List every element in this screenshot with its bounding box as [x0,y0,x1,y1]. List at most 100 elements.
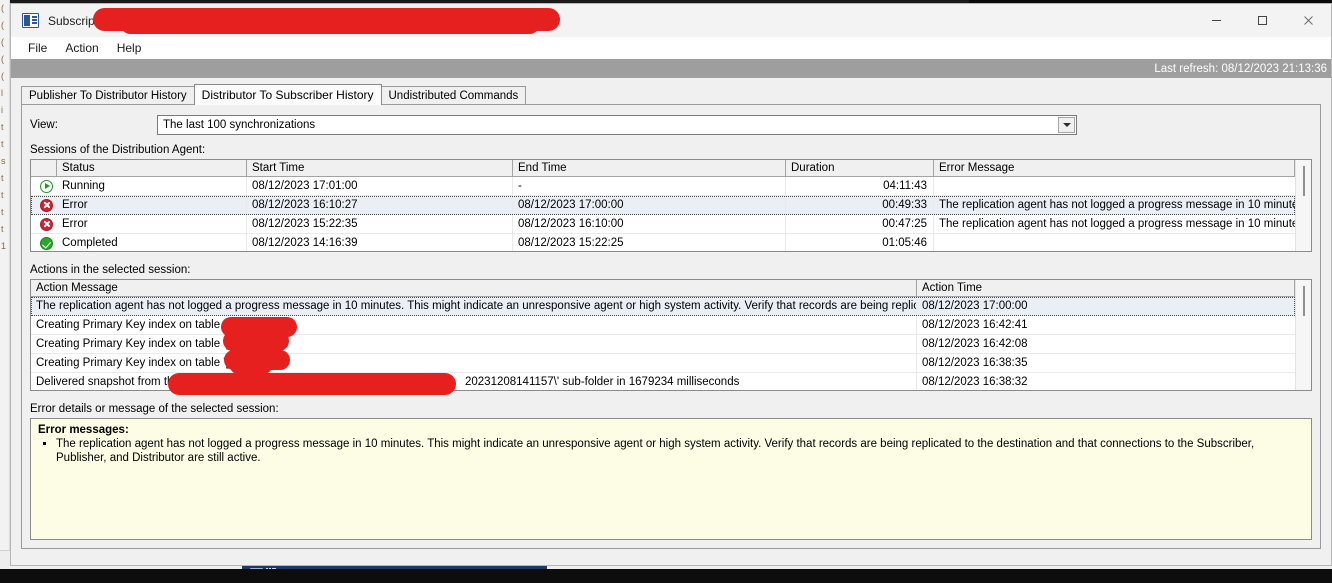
session-duration: 04:11:43 [786,177,934,196]
window-body: Publisher To Distributor History Distrib… [11,78,1331,565]
sessions-col-duration[interactable]: Duration [786,160,934,177]
session-error-message [934,234,1295,251]
session-end-time: - [513,177,786,196]
sessions-col-status[interactable]: Status [57,160,247,177]
session-start-time: 08/12/2023 15:22:35 [247,215,513,234]
background-strip-glyphs: ( [1,54,4,64]
session-start-time: 08/12/2023 17:01:00 [247,177,513,196]
window-footer [21,549,1321,565]
status-error-icon [31,196,57,215]
session-duration: 01:05:46 [786,234,934,251]
window-title: Subscription [48,13,115,28]
view-label: View: [30,119,58,131]
maximize-button[interactable] [1239,4,1285,37]
background-bottom-black-bar [0,569,1332,583]
chevron-down-icon[interactable] [1058,117,1075,133]
background-strip-glyphs: s [1,156,6,166]
session-error-message: The replication agent has not logged a p… [934,196,1295,215]
background-strip-glyphs: t [1,139,4,149]
sessions-col-error-message[interactable]: Error Message [934,160,1295,177]
subscription-window: Subscription File Action Help Last refre… [10,3,1332,566]
list-item[interactable]: Creating Primary Key index on table '[db… [31,316,1295,335]
error-message-item: The replication agent has not logged a p… [56,438,1304,465]
scrollbar-thumb[interactable] [1303,166,1305,196]
table-row[interactable]: Error 08/12/2023 16:10:27 08/12/2023 17:… [31,196,1295,215]
menu-bar: File Action Help [11,37,1331,59]
background-strip-glyphs: ( [1,3,4,13]
view-select[interactable]: The last 100 synchronizations [157,115,1077,135]
session-status: Error [57,196,247,215]
desktop-background: ( ( ( ( ( l i t t s t t t t 1 –□✕ Subscr… [0,0,1332,583]
view-select-value: The last 100 synchronizations [163,119,316,131]
background-strip-glyphs: t [1,207,4,217]
action-time: 08/12/2023 17:00:00 [917,297,1295,316]
session-status: Running [57,177,247,196]
error-details-box[interactable]: Error messages: The replication agent ha… [30,418,1312,540]
menu-item-file[interactable]: File [19,39,56,57]
sessions-col-start-time[interactable]: Start Time [247,160,513,177]
background-strip-glyphs: t [1,122,4,132]
actions-col-action-message[interactable]: Action Message [31,280,917,297]
session-start-time: 08/12/2023 16:10:27 [247,196,513,215]
session-status: Completed [57,234,247,251]
action-message-tail: 20231208141157\' sub-folder in 1679234 m… [465,376,740,388]
table-row[interactable]: Running 08/12/2023 17:01:00 - 04:11:43 [31,177,1295,196]
session-error-message [934,177,1295,196]
actions-grid-header: Action Message Action Time [31,280,1295,297]
sessions-grid-rows: Running 08/12/2023 17:01:00 - 04:11:43 E… [31,177,1295,251]
view-row: View: The last 100 synchronizations [30,115,1312,135]
tab-undistributed-commands[interactable]: Undistributed Commands [380,86,527,104]
session-status: Error [57,215,247,234]
status-completed-icon [31,234,57,251]
menu-item-help[interactable]: Help [108,39,151,57]
window-titlebar[interactable]: Subscription [11,4,1331,37]
session-start-time: 08/12/2023 14:16:39 [247,234,513,251]
window-controls [1193,4,1331,37]
minimize-button[interactable] [1193,4,1239,37]
scrollbar-thumb[interactable] [1303,286,1305,316]
menu-item-action[interactable]: Action [56,39,107,57]
actions-grid-rows: The replication agent has not logged a p… [31,297,1295,390]
tab-distributor-to-subscriber-history[interactable]: Distributor To Subscriber History [193,84,382,105]
table-row[interactable]: Completed 08/12/2023 14:16:39 08/12/2023… [31,234,1295,251]
list-item[interactable]: Creating Primary Key index on table '[db… [31,335,1295,354]
sessions-vertical-scrollbar[interactable] [1295,160,1311,251]
tab-publisher-to-distributor-history[interactable]: Publisher To Distributor History [21,86,195,104]
sessions-col-end-time[interactable]: End Time [513,160,786,177]
sessions-grid-header: Status Start Time End Time Duration Erro… [31,160,1295,177]
sessions-grid: Status Start Time End Time Duration Erro… [30,159,1312,252]
session-end-time: 08/12/2023 16:10:00 [513,215,786,234]
error-messages-title: Error messages: [38,424,129,436]
status-running-icon [31,177,57,196]
action-message: Creating Primary Key index on table '[db… [31,354,917,373]
table-row[interactable]: Error 08/12/2023 15:22:35 08/12/2023 16:… [31,215,1295,234]
list-item[interactable]: Delivered snapshot from the 202312081411… [31,373,1295,390]
actions-col-action-time[interactable]: Action Time [917,280,1295,297]
close-button[interactable] [1285,4,1331,37]
last-refresh-text: Last refresh: 08/12/2023 21:13:36 [1154,62,1327,75]
action-time: 08/12/2023 16:38:35 [917,354,1295,373]
action-time: 08/12/2023 16:38:32 [917,373,1295,390]
sessions-col-icon[interactable] [31,160,57,177]
session-duration: 00:49:33 [786,196,934,215]
error-messages-list: The replication agent has not logged a p… [38,438,1304,465]
actions-vertical-scrollbar[interactable] [1295,280,1311,390]
background-strip-glyphs: l [1,88,3,98]
background-strip-glyphs: ( [1,37,4,47]
background-strip-glyphs: ( [1,20,4,30]
subscription-window-icon [22,13,39,28]
actions-grid: Action Message Action Time The replicati… [30,279,1312,391]
last-refresh-bar: Last refresh: 08/12/2023 21:13:36 [11,59,1331,78]
list-item[interactable]: The replication agent has not logged a p… [31,297,1295,316]
action-message: Creating Primary Key index on table '[db… [31,335,917,354]
background-strip-glyphs: i [1,105,3,115]
session-error-message: The replication agent has not logged a p… [934,215,1295,234]
session-end-time: 08/12/2023 17:00:00 [513,196,786,215]
background-strip-glyphs: t [1,224,4,234]
session-duration: 00:47:25 [786,215,934,234]
background-window-left-strip: ( ( ( ( ( l i t t s t t t t 1 [0,0,10,583]
actions-caption: Actions in the selected session: [30,264,191,276]
action-message: Creating Primary Key index on table '[db… [31,316,917,335]
list-item[interactable]: Creating Primary Key index on table '[db… [31,354,1295,373]
background-strip-glyphs: 1 [1,241,6,251]
